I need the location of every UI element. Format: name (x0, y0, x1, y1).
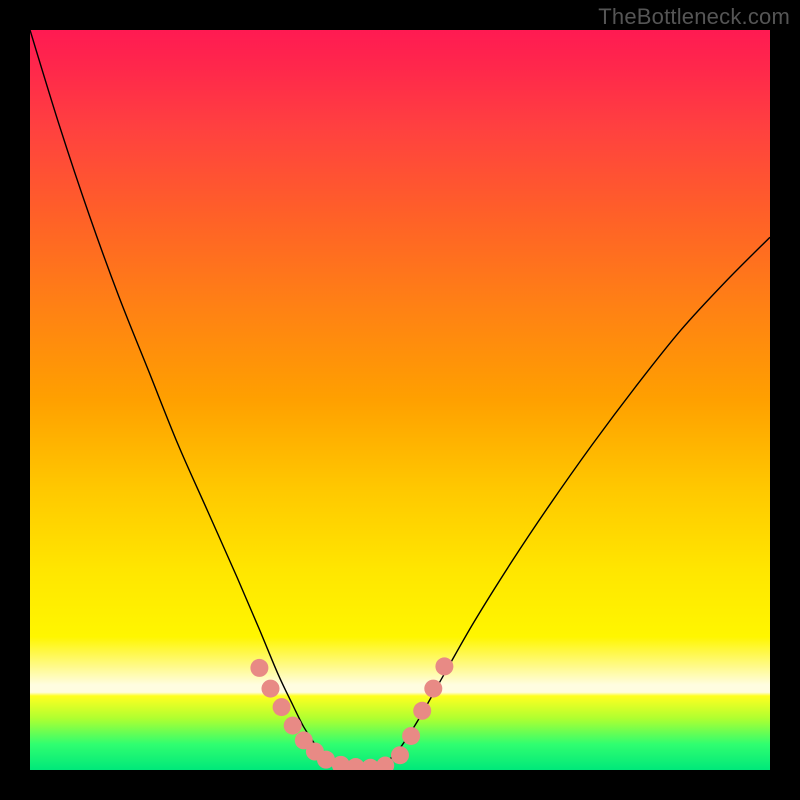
marker-dot (284, 717, 302, 735)
marker-dot (250, 659, 268, 677)
chart-svg (30, 30, 770, 770)
marker-group (250, 657, 453, 770)
outer-frame: TheBottleneck.com (0, 0, 800, 800)
plot-area (30, 30, 770, 770)
marker-dot (413, 702, 431, 720)
left-curve-line (30, 30, 370, 770)
marker-dot (424, 680, 442, 698)
marker-dot (273, 698, 291, 716)
marker-dot (435, 657, 453, 675)
marker-dot (402, 727, 420, 745)
marker-dot (391, 746, 409, 764)
marker-dot (262, 680, 280, 698)
watermark-text: TheBottleneck.com (598, 4, 790, 30)
